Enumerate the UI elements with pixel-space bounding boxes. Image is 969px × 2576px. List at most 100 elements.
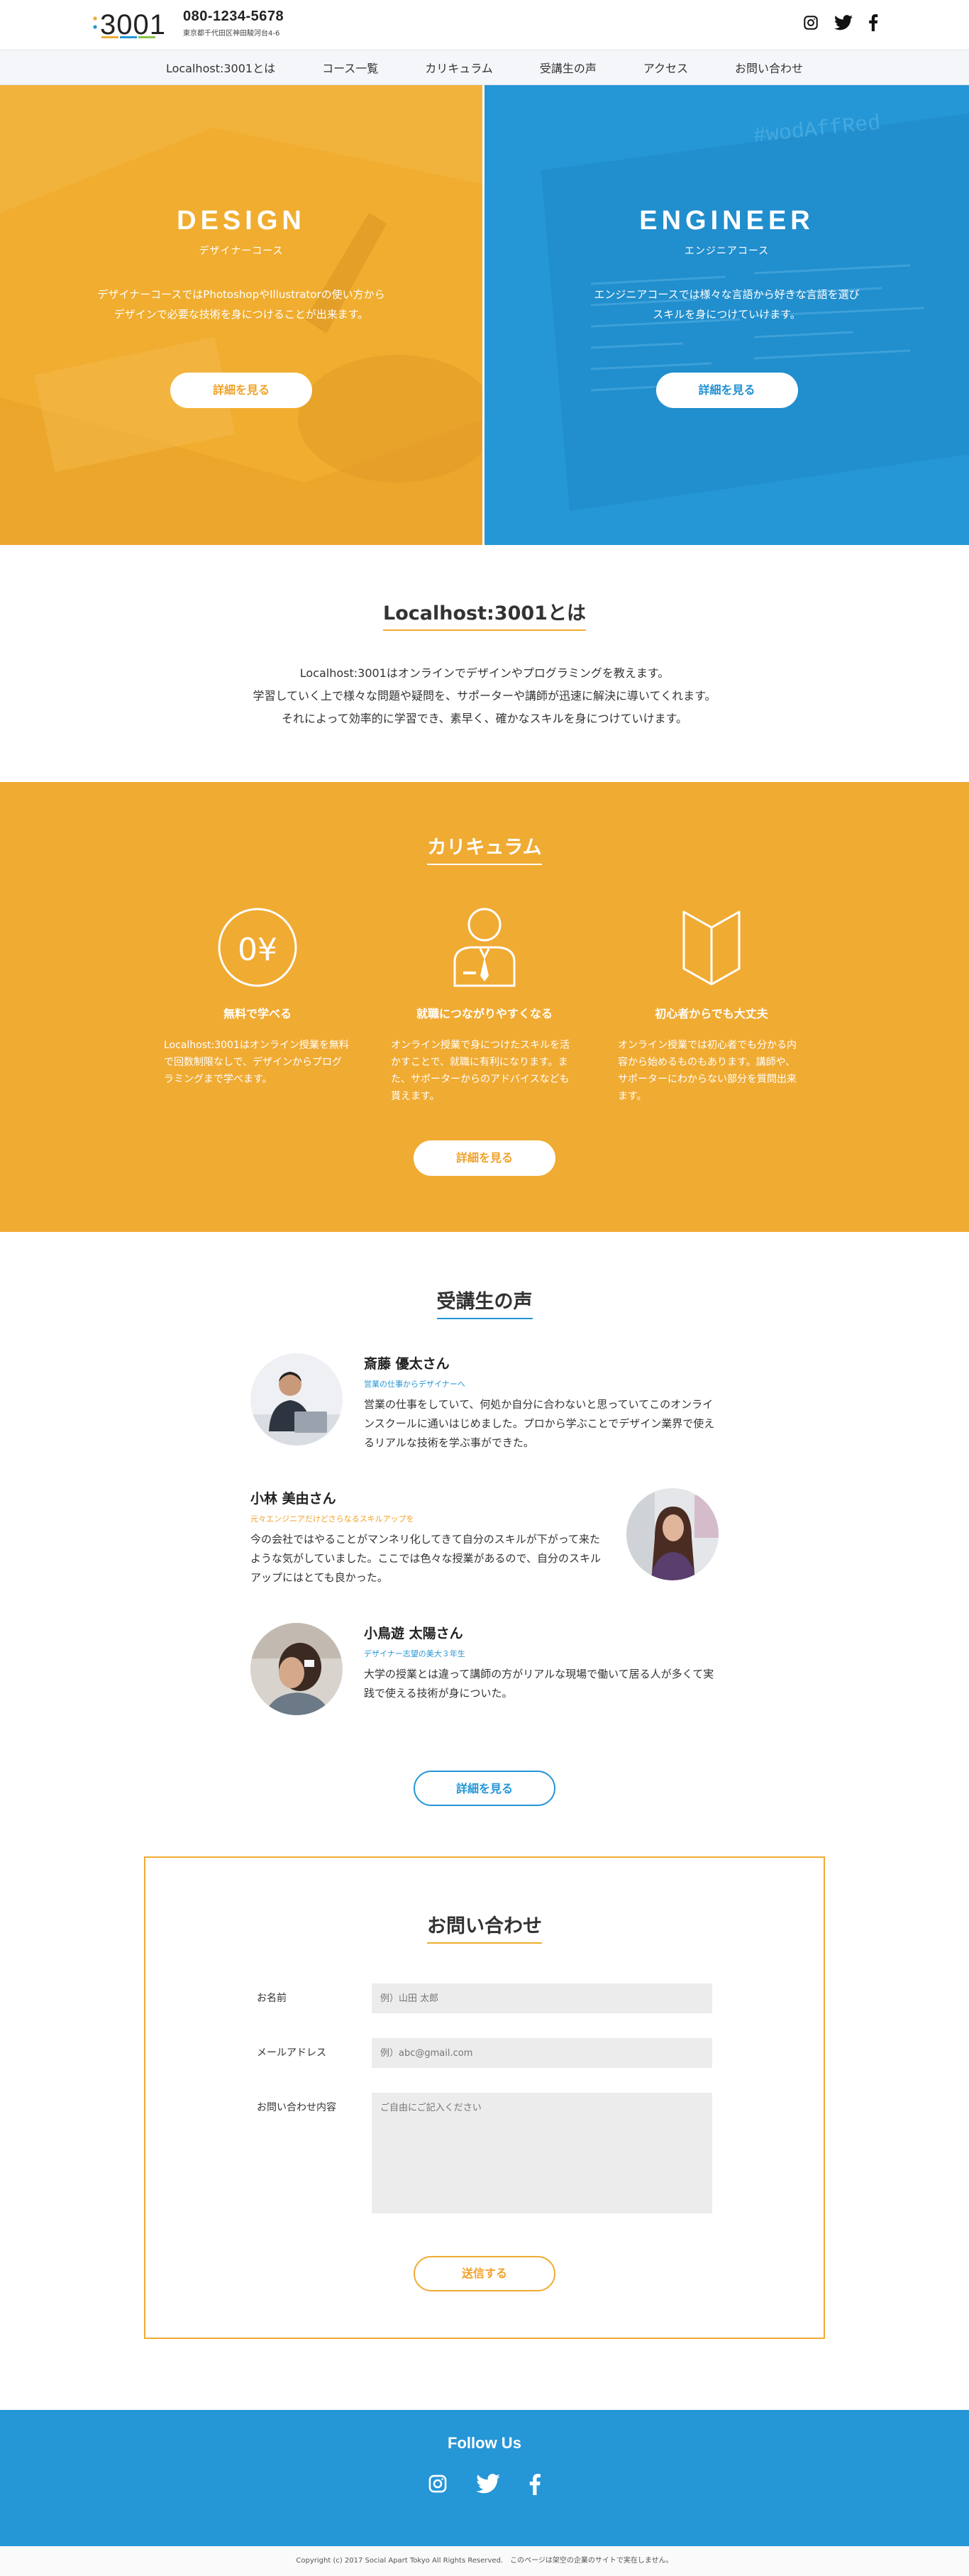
curriculum-item: 就職につながりやすくなる オンライン授業で身につけたスキルを活かすことで、就職に… <box>388 905 581 1105</box>
curriculum-detail-button[interactable]: 詳細を見る <box>414 1140 555 1176</box>
engineer-course-panel: #wodAffRed ENGINEER エンジニアコース エンジニアコースでは様… <box>484 85 969 545</box>
engineer-subtitle: エンジニアコース <box>684 246 770 257</box>
nav-item-access[interactable]: アクセス <box>643 59 688 76</box>
facebook-icon[interactable] <box>868 14 878 31</box>
curriculum-list: 0¥ 無料で学べる Localhost:3001はオンライン授業を無料で回数制限… <box>0 905 969 1105</box>
nav-item-contact[interactable]: お問い合わせ <box>735 59 803 76</box>
design-desc-line: デザイナーコースではPhotoshopやIllustratorの使い方から <box>97 288 385 301</box>
curriculum-icon-wrap <box>388 905 581 990</box>
site-header: 3001 080-1234-5678 東京都千代田区神田駿河台4-6 <box>0 0 969 50</box>
curriculum-item: 初心者からでも大丈夫 オンライン授業では初心者でも分かる内容から始めるものもあり… <box>615 905 808 1105</box>
student-comment: 営業の仕事をしていて、何処か自分に合わないと思っていてこのオンラインスクールに通… <box>364 1398 715 1449</box>
about-line: 学習していく上で様々な問題や疑問を、サポーターや講師が迅速に解決に導いてくれます… <box>253 689 716 703</box>
email-label: メールアドレス <box>257 2047 326 2059</box>
voice-item: 小林 美由さん 元々エンジニアだけどさらなるスキルアップを 今の会社ではやること… <box>250 1488 719 1623</box>
form-row-message: お問い合わせ内容 <box>257 2093 712 2213</box>
course-hero: DESIGN デザイナーコース デザイナーコースではPhotoshopやIllu… <box>0 85 969 545</box>
about-section: Localhost:3001とは Localhost:3001はオンラインでデザ… <box>0 545 969 782</box>
voices-detail-button[interactable]: 詳細を見る <box>414 1771 555 1806</box>
voices-section: 受講生の声 斎藤 優太さん 営業の仕事からデザイナーへ 営業の仕事をしていて、何… <box>0 1232 969 1842</box>
curriculum-item-name: 無料で学べる <box>223 1007 292 1020</box>
voice-text: 小鳥遊 太陽さん デザイナー志望の美大３年生 大学の授業とは違って講師の方がリア… <box>364 1623 719 1703</box>
engineer-desc-line: エンジニアコースでは様々な言語から好きな言語を選び <box>594 288 860 301</box>
svg-text:3001: 3001 <box>100 9 166 40</box>
message-field[interactable] <box>372 2093 712 2213</box>
submit-button[interactable]: 送信する <box>414 2256 555 2291</box>
message-label: お問い合わせ内容 <box>257 2102 336 2113</box>
contact-title: お問い合わせ <box>427 1910 542 1944</box>
nav-item-voices[interactable]: 受講生の声 <box>540 59 597 76</box>
student-tag: デザイナー志望の美大３年生 <box>364 1649 465 1658</box>
curriculum-icon-wrap <box>615 905 808 990</box>
design-subtitle: デザイナーコース <box>199 246 284 257</box>
student-name: 小鳥遊 太陽さん <box>364 1626 463 1641</box>
design-course-content: DESIGN デザイナーコース デザイナーコースではPhotoshopやIllu… <box>0 85 482 408</box>
voice-item: 小鳥遊 太陽さん デザイナー志望の美大３年生 大学の授業とは違って講師の方がリア… <box>250 1623 719 1758</box>
voice-text: 小林 美由さん 元々エンジニアだけどさらなるスキルアップを 今の会社ではやること… <box>250 1488 605 1587</box>
design-description: デザイナーコースではPhotoshopやIllustratorの使い方から デザ… <box>0 285 482 324</box>
nav-item-courses[interactable]: コース一覧 <box>322 59 378 76</box>
student-comment: 今の会社ではやることがマンネリ化してきて自分のスキルが下がって来たような気がして… <box>250 1533 601 1584</box>
voice-item: 斎藤 優太さん 営業の仕事からデザイナーへ 営業の仕事をしていて、何処か自分に合… <box>250 1353 719 1488</box>
logo-mark: 3001 <box>93 9 166 40</box>
logo[interactable]: 3001 080-1234-5678 東京都千代田区神田駿河台4-6 <box>92 7 284 40</box>
nav-item-curriculum[interactable]: カリキュラム <box>425 59 493 76</box>
about-text: Localhost:3001はオンラインでデザインやプログラミングを教えます。 … <box>0 662 969 730</box>
engineer-detail-button[interactable]: 詳細を見る <box>655 373 798 408</box>
facebook-icon[interactable] <box>528 2474 541 2495</box>
about-line: Localhost:3001はオンラインでデザインやプログラミングを教えます。 <box>299 666 670 680</box>
form-row-email: メールアドレス <box>257 2038 712 2068</box>
voice-text: 斎藤 優太さん 営業の仕事からデザイナーへ 営業の仕事をしていて、何処か自分に合… <box>364 1353 719 1453</box>
student-name: 小林 美由さん <box>250 1491 336 1507</box>
about-line: それによって効率的に学習でき、素早く、確かなスキルを身につけていけます。 <box>281 712 687 725</box>
engineer-desc-line: スキルを身につけていけます。 <box>653 308 801 321</box>
contact-box: お問い合わせ お名前 メールアドレス お問い合わせ内容 送信する <box>144 1856 825 2339</box>
twitter-icon[interactable] <box>476 2474 500 2494</box>
student-photo <box>626 1488 719 1580</box>
contact-form: お名前 メールアドレス お問い合わせ内容 送信する <box>257 1983 712 2291</box>
about-title: Localhost:3001とは <box>383 598 586 631</box>
voice-list: 斎藤 優太さん 営業の仕事からデザイナーへ 営業の仕事をしていて、何処か自分に合… <box>250 1353 719 1758</box>
footer-social-links <box>0 2474 969 2495</box>
design-detail-button[interactable]: 詳細を見る <box>170 373 312 408</box>
curriculum-item-desc: Localhost:3001はオンライン授業を無料で回数制限なしで、デザインから… <box>164 1040 349 1085</box>
design-desc-line: デザインで必要な技術を身につけることが出来ます。 <box>113 308 369 321</box>
instagram-icon[interactable] <box>428 2474 448 2494</box>
follow-us-heading: Follow Us <box>448 2434 521 2452</box>
engineer-description: エンジニアコースでは様々な言語から好きな言語を選び スキルを身につけていけます。 <box>484 285 969 324</box>
businessman-icon <box>453 908 516 987</box>
form-row-name: お名前 <box>257 1983 712 2013</box>
student-name: 斎藤 優太さん <box>364 1356 450 1372</box>
main-nav: Localhost:3001とは コース一覧 カリキュラム 受講生の声 アクセス… <box>0 50 969 85</box>
book-icon <box>682 910 741 986</box>
name-field[interactable] <box>372 1983 712 2013</box>
zero-yen-icon: 0¥ <box>218 908 297 987</box>
student-comment: 大学の授業とは違って講師の方がリアルな現場で働いて居る人が多くて実践で使える技術… <box>364 1668 714 1700</box>
curriculum-item-desc: オンライン授業で身につけたスキルを活かすことで、就職に有利になります。また、サポ… <box>391 1040 570 1102</box>
curriculum-item: 0¥ 無料で学べる Localhost:3001はオンライン授業を無料で回数制限… <box>161 905 354 1105</box>
curriculum-item-desc: オンライン授業では初心者でも分かる内容から始めるものもあります。講師や、サポータ… <box>618 1040 797 1102</box>
nav-item-about[interactable]: Localhost:3001とは <box>166 59 275 76</box>
name-label: お名前 <box>257 1993 287 2004</box>
svg-text:0¥: 0¥ <box>238 932 277 968</box>
contact-section: お問い合わせ お名前 メールアドレス お問い合わせ内容 送信する <box>0 1842 969 2410</box>
engineer-title: ENGINEER <box>639 206 814 236</box>
curriculum-item-name: 初心者からでも大丈夫 <box>655 1007 768 1020</box>
header-social-links <box>803 14 878 31</box>
engineer-course-content: ENGINEER エンジニアコース エンジニアコースでは様々な言語から好きな言語… <box>484 85 969 408</box>
site-footer: Follow Us <box>0 2410 969 2546</box>
student-tag: 営業の仕事からデザイナーへ <box>364 1380 465 1389</box>
curriculum-section: カリキュラム 0¥ 無料で学べる Localhost:3001はオンライン授業を… <box>0 782 969 1232</box>
student-photo <box>250 1623 343 1715</box>
email-field[interactable] <box>372 2038 712 2068</box>
address: 東京都千代田区神田駿河台4-6 <box>183 30 280 38</box>
design-title: DESIGN <box>177 206 306 236</box>
phone-number: 080-1234-5678 <box>183 9 284 24</box>
copyright: Copyright (c) 2017 Social Apart Tokyo Al… <box>0 2546 969 2576</box>
twitter-icon[interactable] <box>834 15 853 31</box>
voices-title: 受講生の声 <box>436 1286 533 1319</box>
instagram-icon[interactable] <box>803 15 819 31</box>
curriculum-icon-wrap: 0¥ <box>161 905 354 990</box>
design-course-panel: DESIGN デザイナーコース デザイナーコースではPhotoshopやIllu… <box>0 85 484 545</box>
contact-info: 080-1234-5678 東京都千代田区神田駿河台4-6 <box>183 9 284 38</box>
